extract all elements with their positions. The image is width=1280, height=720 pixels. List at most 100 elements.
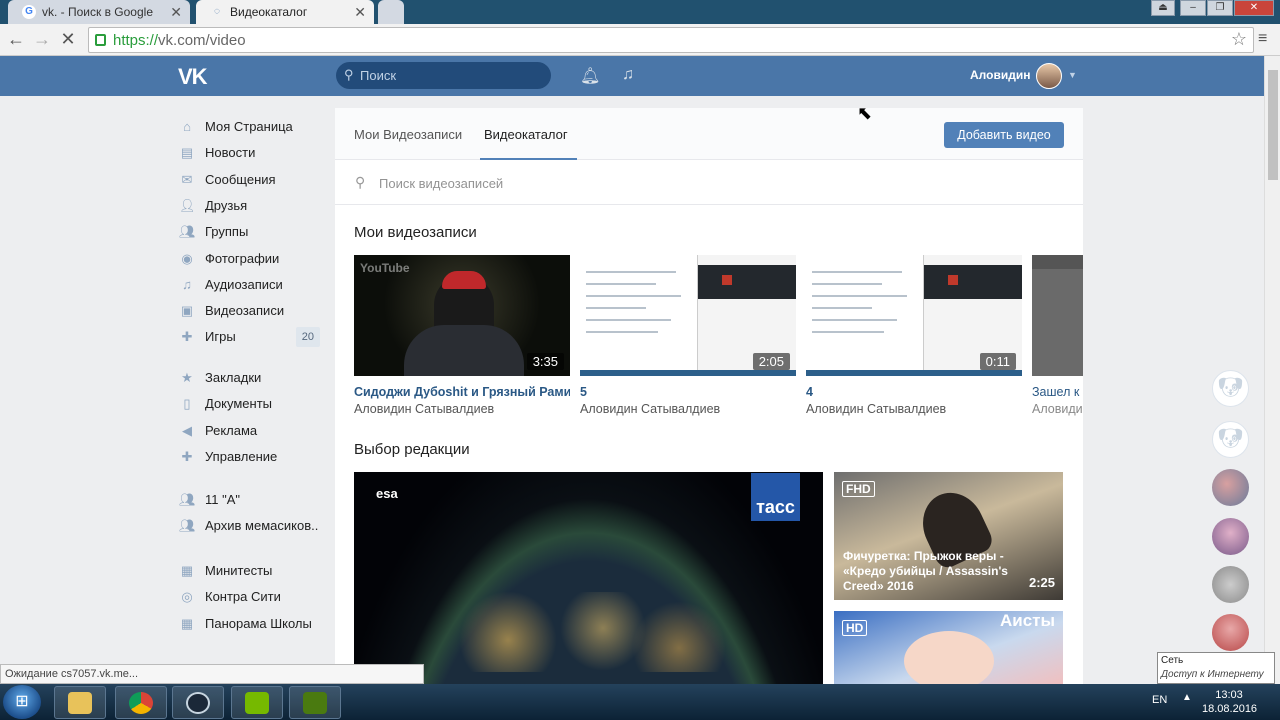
bookmark-star-icon[interactable]: ☆ bbox=[1231, 29, 1247, 50]
chat-avatar[interactable] bbox=[1212, 518, 1249, 555]
new-tab-button[interactable] bbox=[378, 0, 404, 24]
steam-icon[interactable] bbox=[172, 686, 224, 719]
sidebar-item[interactable]: ◉ Фотографии bbox=[179, 247, 324, 271]
chevron-down-icon[interactable]: ▼ bbox=[1068, 70, 1077, 80]
sidebar-item[interactable]: ✚ Управление bbox=[179, 445, 324, 469]
sidebar-item[interactable]: ▦ Панорама Школы bbox=[179, 612, 324, 636]
user-icon[interactable]: ⏏ bbox=[1151, 0, 1175, 16]
close-icon[interactable]: ✕ bbox=[170, 0, 182, 24]
window-close-icon[interactable]: ✕ bbox=[1234, 0, 1274, 16]
search-icon: ⚲ bbox=[344, 67, 354, 82]
video-thumbnail[interactable]: 0:11 bbox=[806, 255, 1022, 376]
side-video[interactable]: FHD Фичуретка: Прыжок веры - «Кредо убий… bbox=[834, 472, 1063, 600]
browser-status-bar: Ожидание cs7057.vk.me... bbox=[0, 664, 424, 684]
sidebar-item[interactable]: 👥︎ Группы bbox=[179, 220, 324, 244]
scrollbar-thumb[interactable] bbox=[1268, 70, 1278, 180]
sidebar-item[interactable]: 👥︎ Архив мемасиков.. bbox=[179, 514, 324, 538]
video-thumbnail[interactable]: YouTube 3:35 bbox=[354, 255, 570, 376]
sidebar-item[interactable]: ★ Закладки bbox=[179, 366, 324, 390]
sidebar-item-label: Моя Страница bbox=[205, 119, 293, 134]
language-indicator[interactable]: EN bbox=[1152, 694, 1167, 706]
sidebar-item[interactable]: ◎ Контра Сити bbox=[179, 585, 324, 609]
sidebar-item-label: Игры bbox=[205, 329, 236, 345]
sidebar-item-label: Минитесты bbox=[205, 563, 273, 578]
video-thumbnail[interactable] bbox=[1032, 255, 1083, 376]
minimize-icon[interactable]: – bbox=[1180, 0, 1206, 16]
sidebar-item[interactable]: ✚ Игры 20 bbox=[179, 325, 324, 349]
video-author[interactable]: Аловидин bbox=[1032, 402, 1083, 416]
dog-avatar-icon[interactable]: 🐶︎ bbox=[1212, 370, 1249, 407]
editors-choice-heading: Выбор редакции bbox=[354, 441, 470, 458]
chat-avatar[interactable] bbox=[1212, 469, 1249, 506]
sidebar-item[interactable]: 👥︎ 11 "А" bbox=[179, 488, 324, 512]
google-favicon-icon: G bbox=[22, 5, 36, 19]
vk-logo[interactable]: VK bbox=[178, 64, 208, 90]
close-icon[interactable]: ✕ bbox=[354, 0, 366, 24]
stop-loading-icon[interactable]: ✕ bbox=[56, 28, 80, 52]
video-author[interactable]: Аловидин Сатывалдиев bbox=[580, 402, 796, 416]
vk-search-box[interactable]: ⚲ bbox=[336, 62, 551, 89]
maximize-icon[interactable]: ❐ bbox=[1207, 0, 1233, 16]
video-thumbnail[interactable]: 2:05 bbox=[580, 255, 796, 376]
video-author[interactable]: Аловидин Сатывалдиев bbox=[354, 402, 570, 416]
sidebar-item-label: Аудиозаписи bbox=[205, 276, 283, 292]
bell-icon[interactable]: 🔔︎ bbox=[580, 66, 600, 86]
chrome-icon[interactable] bbox=[115, 686, 167, 719]
tab-video-catalog[interactable]: Видеокаталог bbox=[484, 127, 568, 142]
side-video[interactable]: HD Аисты bbox=[834, 611, 1063, 684]
active-tab-underline bbox=[480, 158, 577, 160]
page-scrollbar[interactable] bbox=[1264, 56, 1280, 684]
windows-start-icon[interactable]: ⊞ bbox=[3, 685, 41, 719]
browser-tab-google[interactable]: G vk. - Поиск в Google ✕ bbox=[8, 0, 190, 24]
sidebar-item[interactable]: ▯ Документы bbox=[179, 392, 324, 416]
tray-arrow-icon[interactable]: ▲ bbox=[1182, 692, 1192, 703]
sidebar-item[interactable]: ⌂ Моя Страница bbox=[179, 115, 324, 139]
sidebar-item[interactable]: 👤︎ Друзья bbox=[179, 194, 324, 218]
sidebar-item[interactable]: ▣ Видеозаписи bbox=[179, 299, 324, 323]
taskbar-clock[interactable]: 13:03 18.08.2016 bbox=[1202, 688, 1257, 716]
sidebar-item-label: Реклама bbox=[205, 422, 258, 438]
network-tooltip: Сеть Доступ к Интернету bbox=[1157, 652, 1275, 684]
sidebar-item[interactable]: ♫ Аудиозаписи bbox=[179, 273, 324, 297]
browser-tab-video[interactable]: ◌ Видеокаталог ✕ bbox=[196, 0, 374, 24]
tass-logo: тасс bbox=[751, 473, 800, 521]
tab-my-videos[interactable]: Мои Видеозаписи bbox=[354, 127, 462, 142]
add-video-button[interactable]: Добавить видео bbox=[944, 122, 1064, 148]
sidebar-item[interactable]: ◀ Реклама bbox=[179, 419, 324, 443]
explorer-icon[interactable] bbox=[54, 686, 106, 719]
chat-avatar[interactable] bbox=[1212, 566, 1249, 603]
video-title[interactable]: 4 bbox=[806, 385, 1022, 399]
address-bar[interactable]: https://vk.com/video ☆ bbox=[88, 27, 1254, 53]
camera-icon: ◉ bbox=[181, 250, 193, 266]
chat-avatar[interactable] bbox=[1212, 614, 1249, 651]
sidebar-item-label: Фотографии bbox=[205, 250, 280, 266]
back-icon[interactable]: ← bbox=[4, 28, 28, 52]
sidebar-item[interactable]: ▦ Минитесты bbox=[179, 559, 324, 583]
video-search-input[interactable] bbox=[379, 174, 779, 192]
forward-icon[interactable]: → bbox=[30, 28, 54, 52]
sidebar-item-label: Сообщения bbox=[205, 171, 276, 187]
nvidia-experience-icon[interactable] bbox=[289, 686, 341, 719]
video-title[interactable]: Сидоджи Дубоshit и Грязный Рамир... bbox=[354, 385, 570, 399]
video-search-row: ⚲ bbox=[335, 161, 1083, 205]
lock-icon bbox=[95, 34, 106, 46]
user-name[interactable]: Аловидин bbox=[970, 68, 1030, 82]
video-title: Фичуретка: Прыжок веры - «Кредо убийцы /… bbox=[843, 549, 1008, 593]
video-duration: 2:25 bbox=[1028, 575, 1055, 590]
sidebar-item[interactable]: ▤ Новости bbox=[179, 141, 324, 165]
avatar[interactable] bbox=[1036, 63, 1062, 89]
sidebar-item[interactable]: ✉ Сообщения bbox=[179, 168, 324, 192]
groups-icon: 👥︎ bbox=[179, 224, 196, 240]
nvidia-icon[interactable] bbox=[231, 686, 283, 719]
dog-avatar-icon[interactable]: 🐶︎ bbox=[1212, 421, 1249, 458]
vk-search-input[interactable] bbox=[360, 66, 540, 84]
hd-badge: HD bbox=[842, 620, 868, 636]
sidebar-item-label: Новости bbox=[205, 145, 256, 161]
video-title[interactable]: Зашел к п bbox=[1032, 385, 1083, 399]
sidebar-item-label: Архив мемасиков.. bbox=[205, 518, 319, 534]
tab-title: Видеокаталог bbox=[230, 5, 308, 19]
browser-menu-icon[interactable]: ≡ bbox=[1258, 30, 1267, 48]
music-note-icon[interactable]: ♫ bbox=[622, 66, 634, 84]
video-author[interactable]: Аловидин Сатывалдиев bbox=[806, 402, 1022, 416]
video-title[interactable]: 5 bbox=[580, 385, 796, 399]
